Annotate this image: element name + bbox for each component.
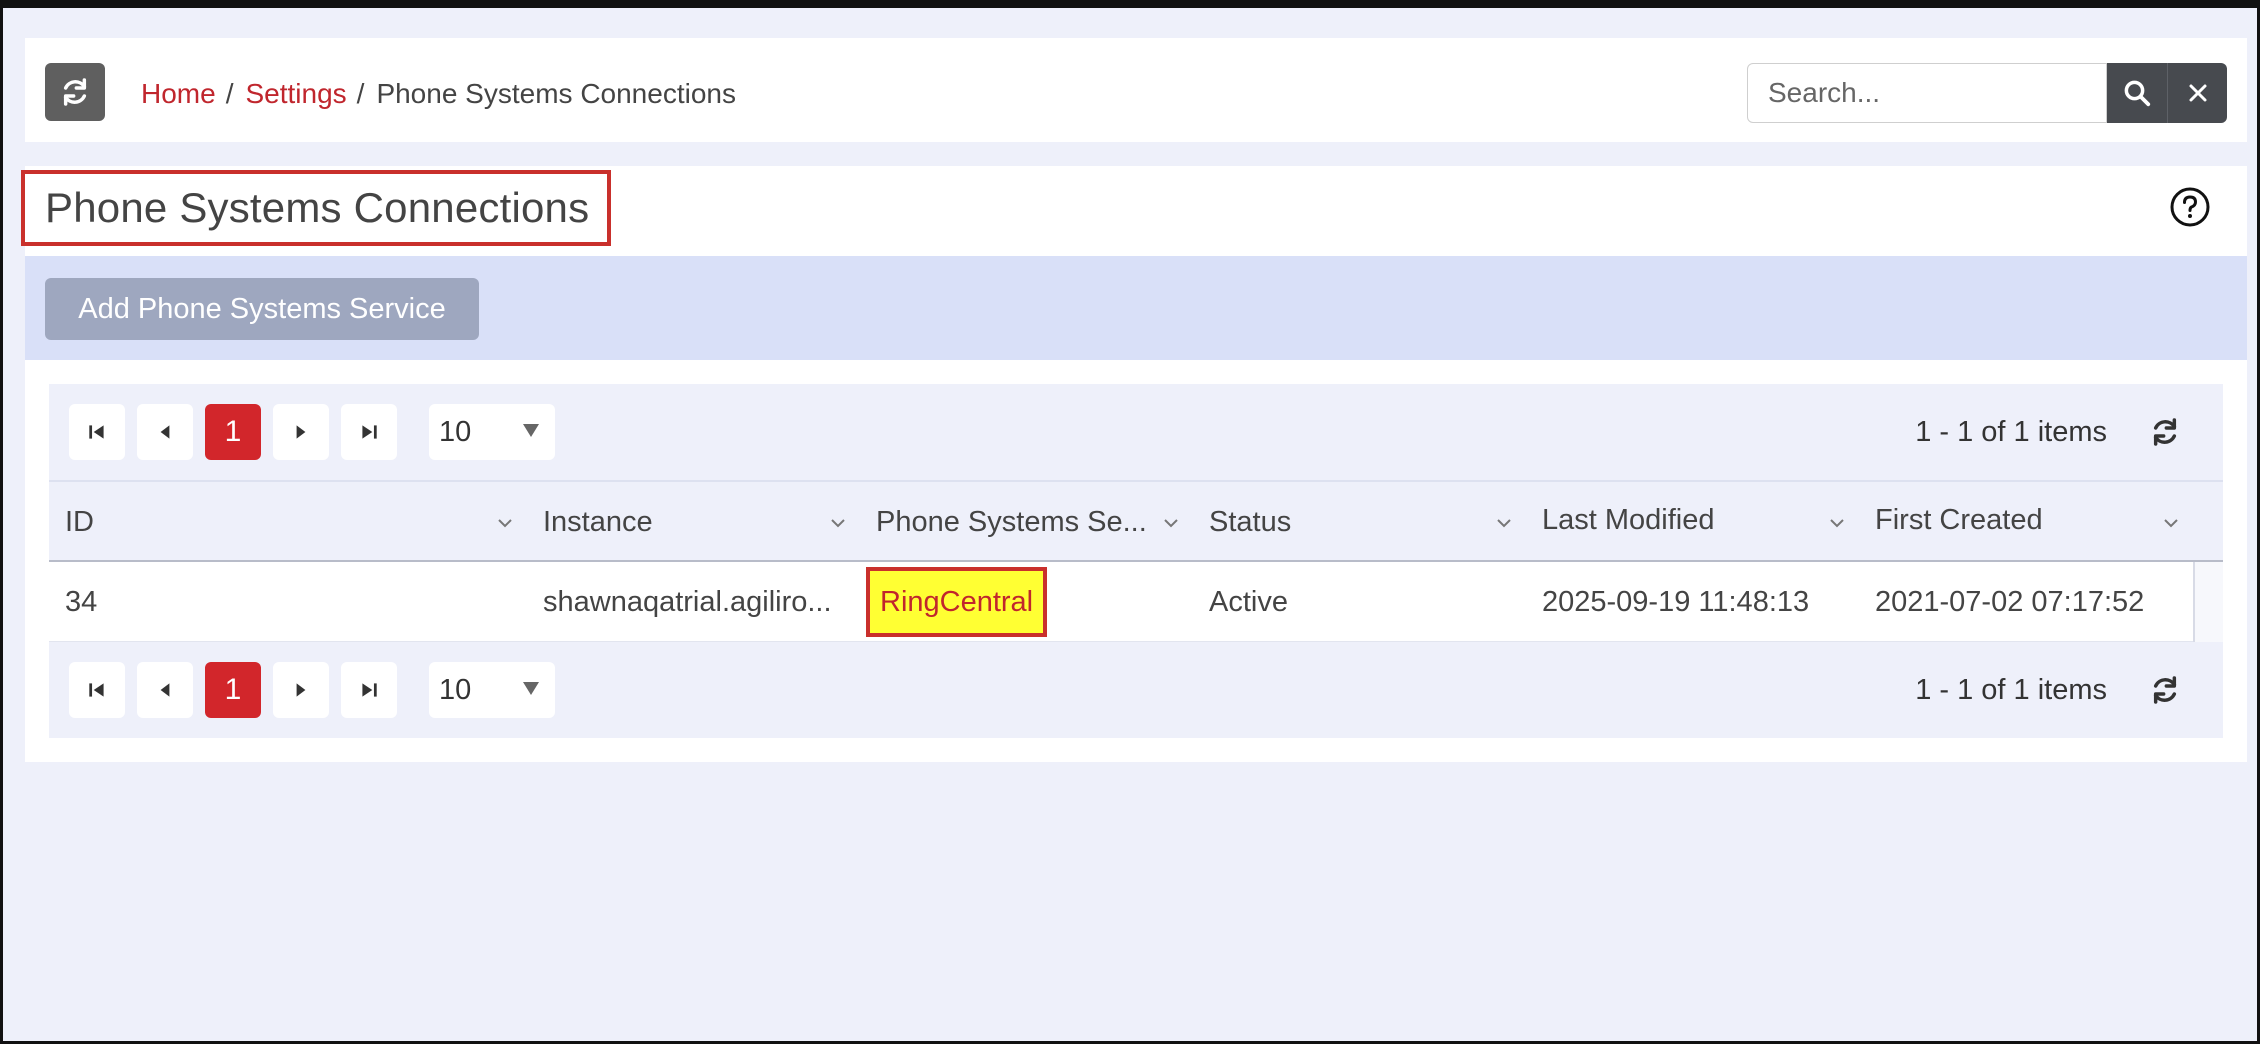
page-number-button[interactable]: 1: [205, 404, 261, 460]
previous-page-button[interactable]: [137, 404, 193, 460]
first-page-button[interactable]: [69, 662, 125, 718]
chevron-down-icon: [1164, 519, 1178, 528]
column-header-phone-systems-service[interactable]: Phone Systems Se...: [860, 482, 1193, 562]
close-icon: [2189, 84, 2206, 102]
top-bar: Home / Settings / Phone Systems Connecti…: [25, 38, 2247, 142]
refresh-page-button[interactable]: [45, 63, 105, 121]
search-button[interactable]: [2107, 63, 2167, 123]
pager-top: 1 10 1 - 1 of 1 items: [49, 384, 2223, 480]
next-page-icon: [296, 425, 306, 439]
column-header-label: ID: [65, 505, 94, 538]
chevron-down-icon: [1497, 519, 1511, 528]
cell-phone-systems-service: RingCentral: [860, 562, 1193, 642]
chevron-down-icon: [831, 519, 845, 528]
page-size-value: 10: [439, 415, 472, 448]
breadcrumb-separator: /: [225, 78, 234, 109]
last-page-icon: [362, 683, 377, 697]
breadcrumb-settings-link[interactable]: Settings: [245, 78, 346, 110]
column-header-label: First Created: [1875, 504, 2043, 536]
table-header: ID Instance Phone Systems Se... Status L…: [49, 480, 2223, 562]
column-header-first-created[interactable]: First Created: [1859, 482, 2193, 562]
pager-info: 1 - 1 of 1 items: [1915, 416, 2107, 448]
page-title-highlight: Phone Systems Connections: [21, 170, 611, 246]
search-input[interactable]: [1747, 63, 2107, 123]
first-page-button[interactable]: [69, 404, 125, 460]
previous-page-icon: [160, 683, 170, 697]
search-icon: [2124, 80, 2151, 107]
main-panel: Phone Systems Connections Add Phone Syst…: [21, 166, 2247, 762]
cell-instance: shawnaqatrial.agiliro...: [543, 585, 832, 618]
page-number-button[interactable]: 1: [205, 662, 261, 718]
last-page-icon: [362, 425, 377, 439]
first-page-icon: [89, 425, 104, 439]
next-page-icon: [296, 683, 306, 697]
column-header-label: Last Modified: [1542, 504, 1715, 536]
next-page-button[interactable]: [273, 404, 329, 460]
action-bar: Add Phone Systems Service: [25, 256, 2247, 360]
page-size-select[interactable]: 10: [429, 662, 555, 718]
clear-search-button[interactable]: [2167, 63, 2227, 123]
breadcrumb-home-link[interactable]: Home: [141, 78, 216, 110]
column-header-label: Status: [1209, 505, 1292, 538]
add-phone-systems-service-button[interactable]: Add Phone Systems Service: [45, 278, 479, 340]
cell-id: 34: [65, 585, 98, 618]
breadcrumb-separator: /: [356, 78, 365, 109]
refresh-grid-icon[interactable]: [2149, 416, 2181, 448]
cell-first-created: 2021-07-02 07:17:52: [1875, 585, 2145, 618]
pager-bottom: 1 10 1 - 1 of 1 items: [49, 642, 2223, 738]
help-icon[interactable]: [2169, 186, 2211, 228]
row-scrollbar[interactable]: [2193, 562, 2223, 642]
page-size-value: 10: [439, 673, 472, 706]
refresh-grid-icon[interactable]: [2149, 674, 2181, 706]
column-header-status[interactable]: Status: [1193, 482, 1526, 562]
chevron-down-icon: [2164, 519, 2178, 528]
dropdown-caret-icon: [523, 424, 539, 437]
column-header-instance[interactable]: Instance: [527, 482, 860, 562]
previous-page-button[interactable]: [137, 662, 193, 718]
dropdown-caret-icon: [523, 682, 539, 695]
column-header-label: Phone Systems Se...: [876, 505, 1147, 538]
search-bar: [1747, 63, 2227, 123]
cell-status: Active: [1209, 585, 1288, 618]
chevron-down-icon: [1830, 519, 1844, 528]
breadcrumb-current: Phone Systems Connections: [376, 78, 736, 109]
column-header-last-modified[interactable]: Last Modified: [1526, 482, 1859, 562]
next-page-button[interactable]: [273, 662, 329, 718]
last-page-button[interactable]: [341, 404, 397, 460]
column-header-id[interactable]: ID: [49, 482, 527, 562]
last-page-button[interactable]: [341, 662, 397, 718]
cell-last-modified: 2025-09-19 11:48:13: [1542, 585, 1810, 618]
connections-grid: 1 10 1 - 1 of 1 items ID Instance Phone …: [49, 384, 2223, 738]
refresh-icon: [63, 78, 87, 106]
page-title: Phone Systems Connections: [45, 184, 590, 231]
table-row[interactable]: 34 shawnaqatrial.agiliro... RingCentral …: [49, 562, 2223, 642]
column-header-label: Instance: [543, 505, 653, 538]
pager-info: 1 - 1 of 1 items: [1915, 674, 2107, 706]
chevron-down-icon: [498, 519, 512, 528]
app-window: Home / Settings / Phone Systems Connecti…: [0, 0, 2260, 1044]
service-link-ringcentral[interactable]: RingCentral: [866, 567, 1048, 637]
first-page-icon: [89, 683, 104, 697]
previous-page-icon: [160, 425, 170, 439]
page-size-select[interactable]: 10: [429, 404, 555, 460]
breadcrumb: Home / Settings / Phone Systems Connecti…: [141, 74, 736, 114]
